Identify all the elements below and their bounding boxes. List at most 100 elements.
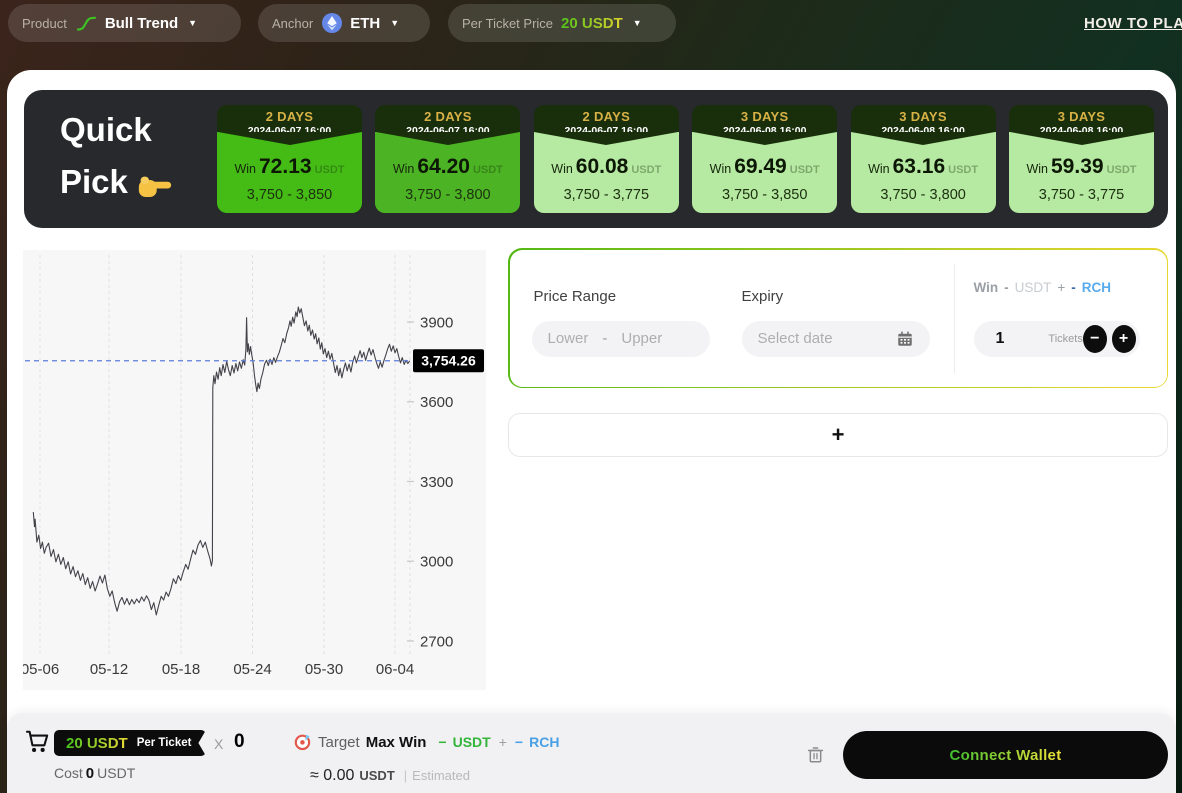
svg-text:3,754.26: 3,754.26 — [421, 353, 476, 369]
estimated-value: ≈ 0.00 — [310, 767, 354, 785]
quick-pick-card[interactable]: 2 DAYS 2024-06-07 16:00 Win64.20USDT 3,7… — [375, 105, 520, 213]
per-ticket-badge: 20 USDT Per Ticket — [54, 730, 206, 756]
tickets-stepper[interactable]: 1 Tickets − + — [974, 321, 1140, 357]
svg-text:06-04: 06-04 — [376, 661, 414, 678]
product-value: Bull Trend — [105, 15, 178, 32]
chevron-down-icon: ▼ — [633, 18, 642, 28]
anchor-dropdown[interactable]: Anchor ETH ▼ — [258, 4, 430, 42]
svg-text:3600: 3600 — [420, 394, 453, 411]
card-range: 3,750 - 3,800 — [851, 187, 996, 203]
ticket-minus-button[interactable]: − — [1083, 325, 1107, 353]
app-root: Product Bull Trend ▼ Anchor ETH ▼ Per Ti… — [0, 0, 1182, 793]
card-win: Win72.13USDT — [217, 155, 362, 179]
trash-icon[interactable] — [806, 744, 825, 764]
card-duration: 2 DAYS — [375, 109, 520, 124]
anchor-value: ETH — [350, 15, 380, 32]
multiply-sign: X — [214, 736, 223, 752]
upper-placeholder[interactable]: Upper — [621, 330, 662, 347]
win-preview: Win - USDT + - RCH — [974, 280, 1112, 295]
card-win: Win64.20USDT — [375, 155, 520, 179]
card-duration: 2 DAYS — [534, 109, 679, 124]
quick-pick-card[interactable]: 3 DAYS 2024-06-08 16:00 Win59.39USDT 3,7… — [1009, 105, 1154, 213]
tickets-value[interactable]: 1 — [996, 330, 1005, 348]
main-panel: Quick Pick 2 DAYS 2024-06-07 16:00 Win72… — [7, 70, 1176, 793]
quick-pick-card[interactable]: 3 DAYS 2024-06-08 16:00 Win63.16USDT 3,7… — [851, 105, 996, 213]
per-ticket-price-value: 20 USDT — [561, 15, 623, 32]
chevron-down-icon: ▼ — [390, 18, 399, 28]
footer-bar: 20 USDT Per Ticket X 0 Cost0USDT Target … — [7, 713, 1176, 793]
tickets-unit: Tickets — [1048, 333, 1082, 345]
quick-pick-section: Quick Pick 2 DAYS 2024-06-07 16:00 Win72… — [24, 90, 1168, 228]
lower-placeholder[interactable]: Lower — [548, 330, 589, 347]
estimated-row: ≈ 0.00 USDT | Estimated — [310, 767, 470, 785]
card-body: Win64.20USDT 3,750 - 3,800 — [375, 132, 520, 213]
card-notch — [693, 132, 837, 145]
card-notch — [376, 132, 520, 145]
card-body: Win63.16USDT 3,750 - 3,800 — [851, 132, 996, 213]
card-duration: 3 DAYS — [692, 109, 837, 124]
how-to-play-link[interactable]: HOW TO PLAY — [1084, 15, 1182, 32]
card-notch — [534, 132, 678, 145]
card-body: Win59.39USDT 3,750 - 3,775 — [1009, 132, 1154, 213]
add-position-button[interactable]: + — [508, 413, 1168, 457]
card-duration: 3 DAYS — [1009, 109, 1154, 124]
quick-pick-card[interactable]: 3 DAYS 2024-06-08 16:00 Win69.49USDT 3,7… — [692, 105, 837, 213]
badge-label: Per Ticket — [137, 737, 192, 749]
quick-pick-title: Quick Pick — [60, 104, 172, 214]
per-ticket-price-label: Per Ticket Price — [462, 16, 553, 31]
plus-icon: + — [832, 422, 845, 448]
expiry-date-input[interactable]: Select date — [742, 321, 930, 357]
cart-icon[interactable] — [24, 729, 50, 754]
card-range: 3,750 - 3,800 — [375, 187, 520, 203]
card-win: Win69.49USDT — [692, 155, 837, 179]
expiry-placeholder: Select date — [758, 330, 833, 347]
card-notch — [851, 132, 995, 145]
card-range: 3,750 - 3,775 — [534, 187, 679, 203]
target-row: Target Max Win − USDT + − RCH — [294, 733, 559, 751]
svg-text:3900: 3900 — [420, 315, 453, 332]
eth-icon — [322, 13, 342, 33]
chevron-down-icon: ▼ — [188, 18, 197, 28]
range-separator: - — [602, 330, 607, 347]
badge-price: 20 USDT — [66, 735, 128, 752]
calendar-icon[interactable] — [896, 330, 914, 348]
per-ticket-price-dropdown[interactable]: Per Ticket Price 20 USDT ▼ — [448, 4, 676, 42]
svg-text:05-24: 05-24 — [233, 661, 271, 678]
cost-row: Cost0USDT — [54, 765, 135, 782]
svg-text:05-06: 05-06 — [23, 661, 59, 678]
quick-pick-card[interactable]: 2 DAYS 2024-06-07 16:00 Win72.13USDT 3,7… — [217, 105, 362, 213]
svg-text:2700: 2700 — [420, 633, 453, 650]
svg-text:05-12: 05-12 — [90, 661, 128, 678]
cost-value: 0 — [86, 765, 94, 782]
anchor-label: Anchor — [272, 16, 313, 31]
product-dropdown[interactable]: Product Bull Trend ▼ — [8, 4, 241, 42]
card-win: Win59.39USDT — [1009, 155, 1154, 179]
ticket-quantity: 0 — [234, 731, 245, 753]
price-range-label: Price Range — [534, 288, 617, 305]
card-range: 3,750 - 3,850 — [217, 187, 362, 203]
card-body: Win60.08USDT 3,750 - 3,775 — [534, 132, 679, 213]
card-range: 3,750 - 3,775 — [1009, 187, 1154, 203]
target-icon — [294, 733, 312, 751]
card-notch — [218, 132, 362, 145]
ticket-plus-button[interactable]: + — [1112, 325, 1136, 353]
pointing-hand-icon — [138, 169, 172, 206]
product-label: Product — [22, 16, 67, 31]
card-duration: 2 DAYS — [217, 109, 362, 124]
order-form-panel: Price Range Lower - Upper Expiry Select … — [508, 248, 1168, 388]
svg-text:3300: 3300 — [420, 474, 453, 491]
price-chart[interactable]: 3900 3600 3300 3000 2700 05-06 05-12 05-18 05-24… — [23, 250, 486, 690]
card-body: Win69.49USDT 3,750 - 3,850 — [692, 132, 837, 213]
svg-text:3000: 3000 — [420, 554, 453, 571]
svg-text:05-18: 05-18 — [162, 661, 200, 678]
card-range: 3,750 - 3,850 — [692, 187, 837, 203]
card-win: Win63.16USDT — [851, 155, 996, 179]
quick-pick-card[interactable]: 2 DAYS 2024-06-07 16:00 Win60.08USDT 3,7… — [534, 105, 679, 213]
bull-trend-icon — [76, 15, 97, 32]
connect-wallet-button[interactable]: Connect Wallet — [843, 731, 1168, 779]
panel-divider — [954, 264, 955, 373]
price-range-input[interactable]: Lower - Upper — [532, 321, 710, 357]
card-notch — [1010, 132, 1154, 145]
expiry-label: Expiry — [742, 288, 784, 305]
card-body: Win72.13USDT 3,750 - 3,850 — [217, 132, 362, 213]
